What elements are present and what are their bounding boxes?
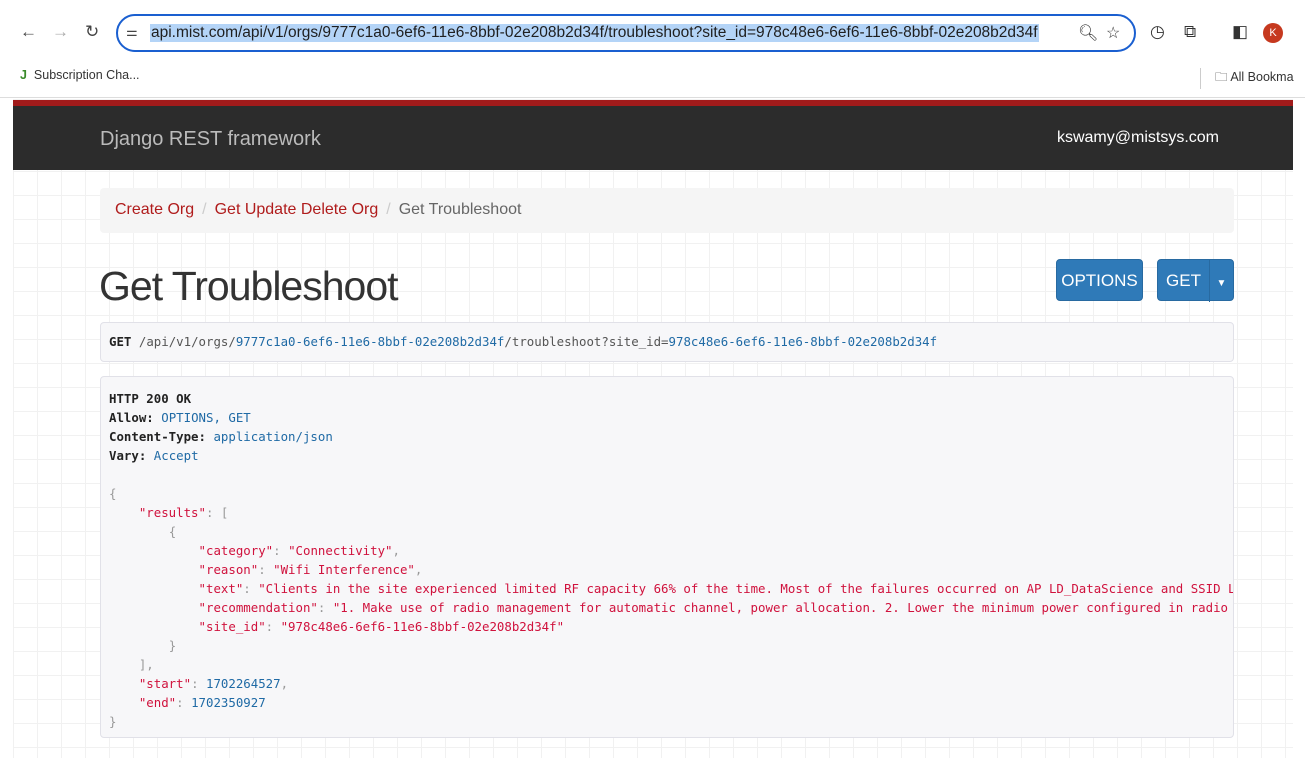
response-body: HTTP 200 OK Allow: OPTIONS, GET Content-… [100, 376, 1234, 738]
side-panel-icon[interactable]: ◧ [1232, 22, 1248, 42]
request-path: /api/v1/orgs/ [138, 334, 236, 349]
extensions-icon[interactable]: ⧉ [1184, 22, 1196, 42]
all-bookmarks-label: All Bookma [1230, 70, 1294, 84]
end-value: 1702350927 [191, 695, 266, 710]
all-bookmarks[interactable]: 🗀 All Bookma [1200, 68, 1294, 89]
header-key: Allow: [109, 410, 154, 425]
options-button[interactable]: OPTIONS [1056, 259, 1143, 301]
user-menu[interactable]: kswamy@mistsys.com [1057, 129, 1219, 147]
text-value: "Clients in the site experienced limited… [258, 581, 1234, 596]
star-icon[interactable]: ☆ [1106, 23, 1120, 43]
bookmark-favicon-icon: J [20, 68, 27, 82]
breadcrumb-create-org[interactable]: Create Org [115, 201, 194, 218]
folder-icon: 🗀 [1215, 70, 1228, 84]
header-key: Vary: [109, 448, 147, 463]
site-settings-icon[interactable]: ⚌ [126, 24, 138, 40]
back-icon[interactable]: ← [20, 22, 37, 42]
bookmark-subscription[interactable]: J Subscription Cha... [20, 68, 140, 82]
avatar[interactable]: K [1263, 23, 1283, 43]
recommendation-value: "1. Make use of radio management for aut… [332, 600, 1234, 615]
navbar: Django REST framework kswamy@mistsys.com [13, 100, 1293, 170]
page-title: Get Troubleshoot [99, 263, 399, 309]
breadcrumb-current: Get Troubleshoot [398, 201, 522, 218]
breadcrumb-separator: / [386, 201, 391, 218]
zoom-icon[interactable]: 🔍︎ [1078, 23, 1098, 43]
breadcrumb: Create Org / Get Update Delete Org / Get Tro… [100, 188, 1234, 233]
header-value: Accept [153, 448, 199, 463]
breadcrumb-separator: / [202, 201, 207, 218]
brand[interactable]: Django REST framework [100, 128, 321, 151]
forward-icon[interactable]: → [52, 22, 69, 42]
header-key: Content-Type: [109, 429, 206, 444]
header-value: application/json [213, 429, 333, 444]
page: Django REST framework kswamy@mistsys.com… [13, 99, 1293, 758]
format-dropdown-caret-icon[interactable]: ▼ [1210, 263, 1233, 305]
site-id-json-value: "978c48e6-6ef6-11e6-8bbf-02e208b2d34f" [280, 619, 565, 634]
request-method: GET [109, 334, 132, 349]
bookmark-label: Subscription Cha... [33, 68, 140, 82]
browser-chrome: ← → ↻ ⚌ api.mist.com/api/v1/orgs/9777c1a… [0, 0, 1305, 98]
reload-icon[interactable]: ↻ [85, 22, 99, 42]
request-path: /troubleshoot?site_id= [504, 334, 669, 349]
get-button-group: GET ▼ [1157, 259, 1234, 302]
header-value: OPTIONS, GET [161, 410, 251, 425]
category-value: "Connectivity" [288, 543, 393, 558]
start-value: 1702264527 [205, 676, 281, 691]
http-status: HTTP 200 OK [109, 391, 192, 406]
history-icon[interactable]: ◷ [1150, 22, 1165, 42]
site-id-value: 978c48e6-6ef6-11e6-8bbf-02e208b2d34f [668, 334, 938, 349]
breadcrumb-get-update-delete-org[interactable]: Get Update Delete Org [215, 201, 379, 218]
get-button[interactable]: GET [1158, 260, 1210, 302]
org-id-link[interactable]: 9777c1a0-6ef6-11e6-8bbf-02e208b2d34f [236, 334, 505, 349]
address-bar[interactable]: ⚌ api.mist.com/api/v1/orgs/9777c1a0-6ef6… [116, 14, 1136, 52]
reason-value: "Wifi Interference" [273, 562, 415, 577]
request-info: GET /api/v1/orgs/9777c1a0-6ef6-11e6-8bbf… [100, 322, 1234, 362]
url-text[interactable]: api.mist.com/api/v1/orgs/9777c1a0-6ef6-1… [150, 24, 1039, 42]
